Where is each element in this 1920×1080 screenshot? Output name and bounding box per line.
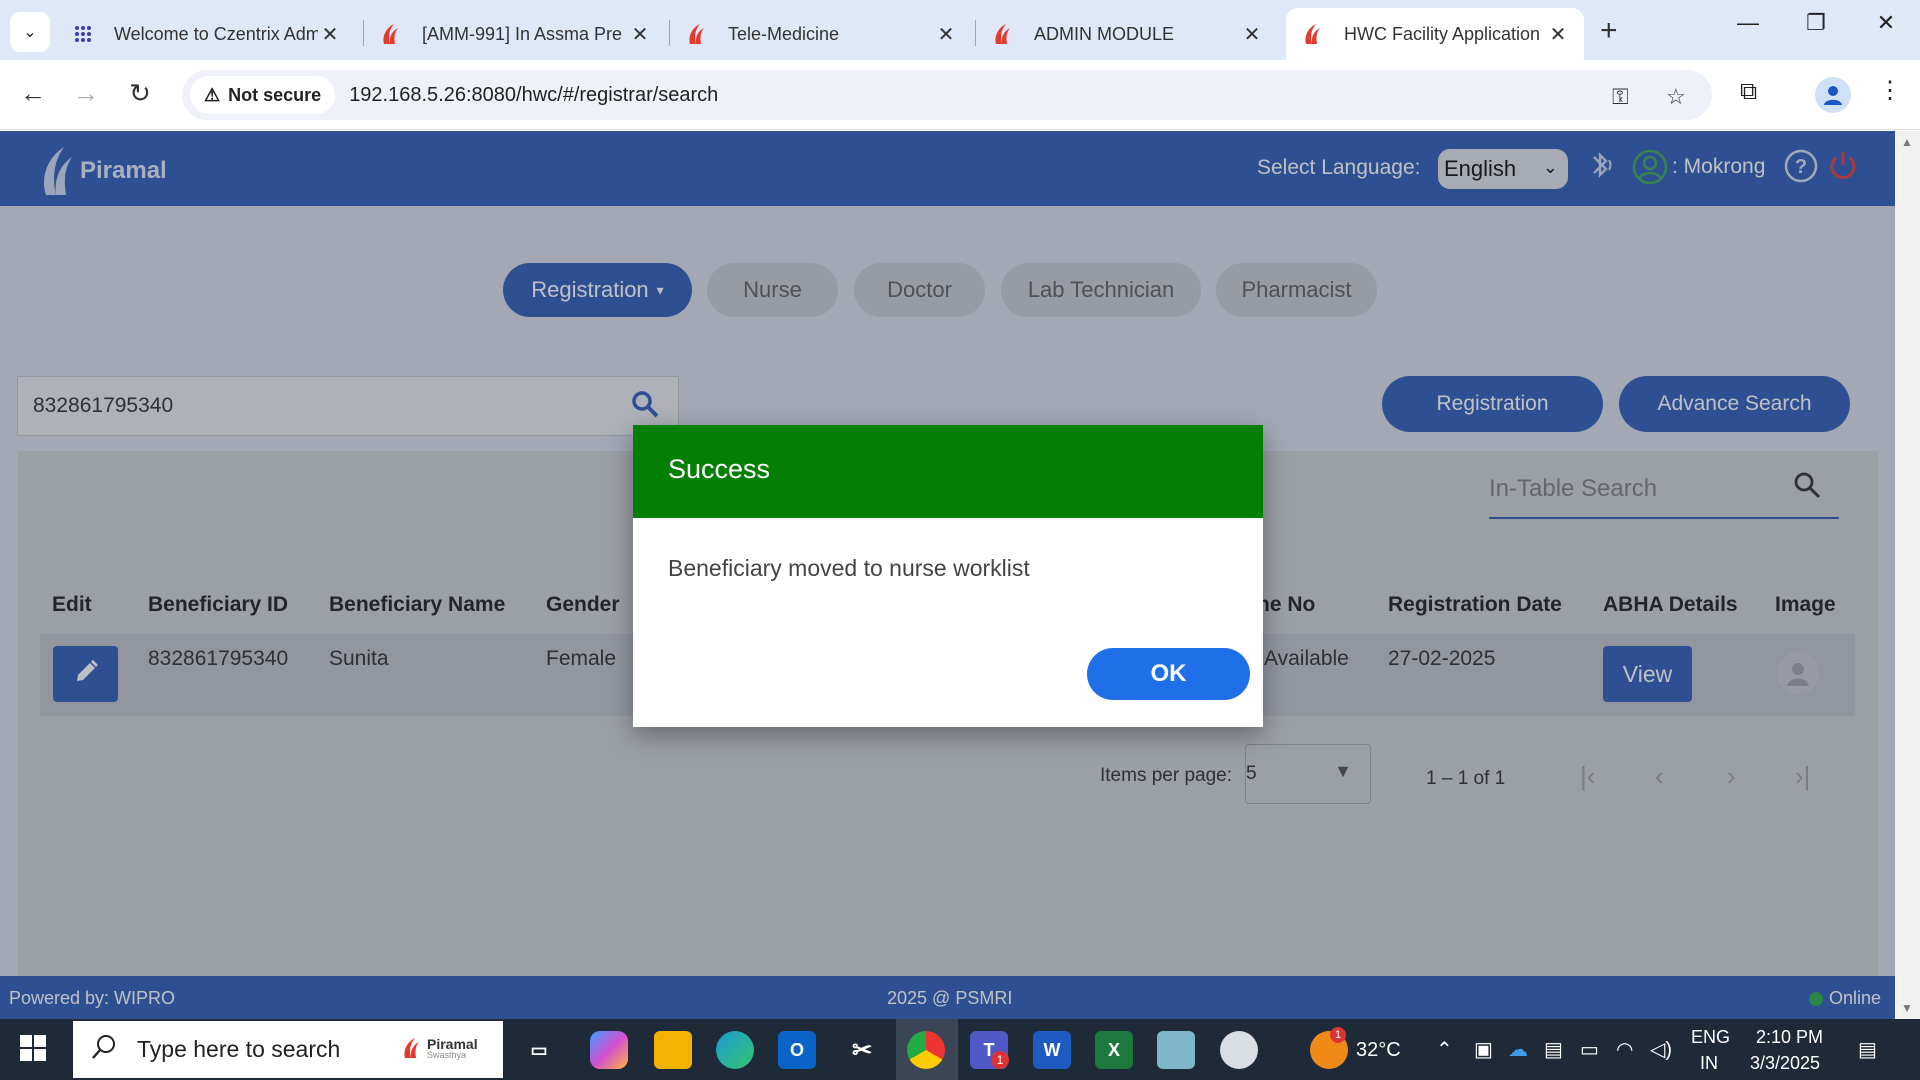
bookmark-star-icon[interactable]: ☆ (1666, 84, 1686, 110)
volume-icon[interactable]: ◁) (1650, 1037, 1672, 1062)
password-key-icon[interactable]: ⚿ (1612, 84, 1629, 110)
security-label: Not secure (228, 84, 322, 105)
clock-time[interactable]: 2:10 PM (1756, 1027, 1823, 1048)
display-icon[interactable]: ▤ (1544, 1037, 1563, 1062)
ok-button[interactable]: OK (1087, 648, 1250, 700)
battery-icon[interactable]: ▭ (1580, 1037, 1599, 1062)
piramal-icon (684, 21, 710, 47)
button-label: OK (1150, 660, 1187, 687)
forward-arrow-icon[interactable]: → (68, 78, 104, 109)
browser-toolbar: ← → ↻ ⚠ Not secure 192.168.5.26:8080/hwc… (0, 60, 1920, 130)
temperature: 32°C (1356, 1039, 1401, 1061)
tray-chevron-up-icon[interactable]: ⌃ (1436, 1037, 1453, 1062)
browser-tab-admin[interactable]: ADMIN MODULE ✕ (976, 8, 1278, 60)
pinned-label: Piramal (427, 1035, 478, 1052)
close-window-icon[interactable]: ✕ (1866, 10, 1906, 36)
piramal-icon (1300, 21, 1326, 47)
clock-date[interactable]: 3/3/2025 (1750, 1053, 1820, 1074)
new-tab-icon[interactable]: + (1600, 14, 1618, 48)
meet-icon[interactable]: ▣ (1474, 1037, 1493, 1062)
piramal-icon (404, 1038, 419, 1058)
dialog-header: Success (633, 425, 1263, 518)
search-icon (91, 1034, 117, 1066)
close-icon[interactable]: ✕ (934, 22, 958, 47)
onedrive-cloud-icon[interactable]: ☁ (1508, 1037, 1528, 1062)
teams-badge: 1 (991, 1051, 1009, 1069)
site-security-chip[interactable]: ⚠ Not secure (190, 76, 336, 114)
taskbar-search-placeholder: Type here to search (137, 1036, 341, 1062)
scroll-up-icon[interactable]: ▲ (1901, 135, 1913, 149)
tab-title: ADMIN MODULE (1034, 23, 1175, 44)
close-icon[interactable]: ✕ (628, 22, 652, 47)
success-dialog: Success Beneficiary moved to nurse workl… (633, 425, 1263, 727)
browser-tab-telemedicine[interactable]: Tele-Medicine ✕ (670, 8, 972, 60)
tab-title: [AMM-991] In Assma Pre (422, 23, 623, 44)
file-explorer-icon[interactable] (654, 1031, 692, 1069)
tab-title: Welcome to Czentrix Adm (114, 23, 318, 44)
input-region[interactable]: IN (1700, 1053, 1718, 1074)
more-vertical-icon[interactable]: ⋮ (1878, 76, 1902, 105)
reload-icon[interactable]: ↻ (122, 78, 158, 109)
browser-tab-strip: ⌄ Welcome to Czentrix Adm ✕ [AMM-991] In… (0, 0, 1920, 60)
input-language[interactable]: ENG (1691, 1027, 1730, 1048)
piramal-icon (378, 21, 404, 47)
warning-icon: ⚠ (204, 84, 221, 105)
edge-browser-icon[interactable] (716, 1031, 754, 1069)
close-icon[interactable]: ✕ (1546, 22, 1570, 47)
windows-taskbar: Type here to search Piramal Swasthya ▭ O… (0, 1019, 1920, 1080)
word-icon[interactable]: W (1033, 1031, 1071, 1069)
windows-start-icon[interactable] (20, 1035, 46, 1066)
browser-tab-czentrix[interactable]: Welcome to Czentrix Adm ✕ (56, 8, 356, 60)
tab-title: Tele-Medicine (728, 23, 840, 44)
browser-tab-hwc-active[interactable]: HWC Facility Application ✕ (1286, 8, 1584, 60)
chrome-icon[interactable] (907, 1031, 945, 1069)
wifi-icon[interactable]: ◠ (1616, 1037, 1633, 1062)
network-tool-icon[interactable] (1220, 1031, 1258, 1069)
excel-icon[interactable]: X (1095, 1031, 1133, 1069)
tab-search-menu-button[interactable]: ⌄ (10, 12, 50, 52)
tab-title: HWC Facility Application (1344, 23, 1541, 44)
outlook-icon[interactable]: O (778, 1031, 816, 1069)
taskbar-pinned-piramal[interactable]: Piramal Swasthya (393, 1028, 493, 1068)
pinned-sublabel: Swasthya (427, 1049, 467, 1060)
extensions-icon[interactable]: ⧉ (1740, 78, 1757, 106)
notifications-icon[interactable]: ▤ (1858, 1037, 1877, 1062)
dialog-title: Success (668, 454, 771, 484)
address-bar[interactable]: ⚠ Not secure 192.168.5.26:8080/hwc/#/reg… (182, 70, 1712, 120)
restore-icon[interactable]: ❐ (1796, 10, 1836, 36)
scroll-down-icon[interactable]: ▼ (1901, 1001, 1913, 1015)
page-scrollbar[interactable]: ▲ ▼ (1895, 131, 1920, 1019)
dialog-message: Beneficiary moved to nurse worklist (668, 555, 1030, 581)
minimize-icon[interactable]: — (1728, 10, 1768, 36)
close-icon[interactable]: ✕ (318, 22, 342, 47)
weather-badge: 1 (1330, 1027, 1346, 1043)
url-text: 192.168.5.26:8080/hwc/#/registrar/search (349, 83, 719, 106)
piramal-icon (990, 21, 1016, 47)
notes-app-icon[interactable] (1157, 1031, 1195, 1069)
back-arrow-icon[interactable]: ← (15, 78, 51, 109)
grid-icon (70, 21, 96, 47)
chevron-down-icon: ⌄ (23, 24, 37, 41)
task-view-icon[interactable]: ▭ (520, 1031, 558, 1069)
copilot-icon[interactable] (590, 1031, 628, 1069)
close-icon[interactable]: ✕ (1240, 22, 1264, 47)
browser-tab-amm[interactable]: [AMM-991] In Assma Pre ✕ (364, 8, 666, 60)
snipping-tool-icon[interactable]: ✂ (843, 1031, 881, 1069)
profile-avatar-icon[interactable] (1815, 77, 1851, 113)
